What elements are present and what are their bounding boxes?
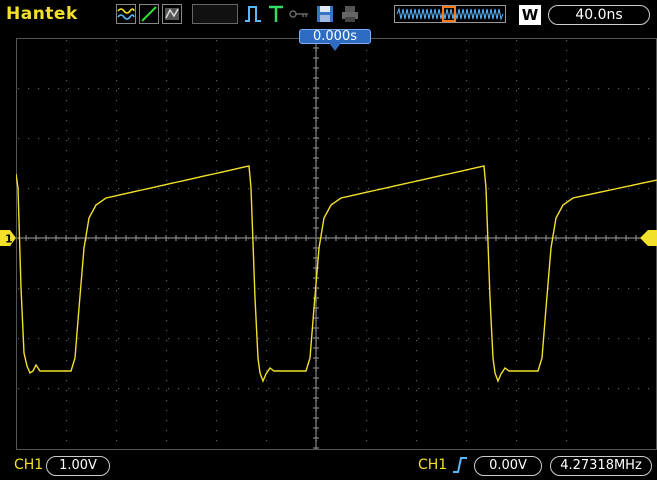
memory-position-bar[interactable] — [394, 5, 506, 23]
graticule — [16, 38, 657, 450]
top-toolbar: Hantek W 40.0ns — [0, 0, 657, 30]
lock-icon[interactable] — [288, 4, 310, 24]
frequency-display: 4.27318MHz — [550, 456, 652, 476]
brand-logo: Hantek — [6, 4, 78, 24]
trigger-icon[interactable] — [266, 4, 286, 24]
trigger-position-label[interactable]: 0.000s — [299, 29, 371, 44]
trigger-source-label: CH1 — [418, 457, 448, 473]
trigger-level-marker-icon[interactable] — [640, 230, 657, 246]
rising-edge-icon — [453, 457, 467, 473]
run-stop-icon[interactable] — [243, 4, 263, 24]
trigger-level-display[interactable]: 0.00V — [474, 456, 542, 476]
channel-label: CH1 — [14, 457, 44, 473]
waveform-icon[interactable] — [116, 4, 136, 24]
volts-per-div-display[interactable]: 1.00V — [46, 456, 110, 476]
ch1-trace — [16, 165, 657, 383]
window-zoom-button[interactable]: W — [519, 5, 541, 25]
print-icon[interactable] — [340, 4, 360, 24]
status-panel — [192, 4, 238, 24]
trigger-position-arrow-icon — [329, 43, 341, 51]
waveform-display — [16, 38, 657, 450]
timebase-display[interactable]: 40.0ns — [548, 5, 650, 25]
ch1-ground-marker-icon[interactable]: 1 — [0, 230, 16, 246]
acquire-mode-icon[interactable] — [162, 4, 182, 24]
save-icon[interactable] — [315, 4, 335, 24]
svg-text:1: 1 — [5, 233, 13, 246]
slope-icon[interactable] — [139, 4, 159, 24]
